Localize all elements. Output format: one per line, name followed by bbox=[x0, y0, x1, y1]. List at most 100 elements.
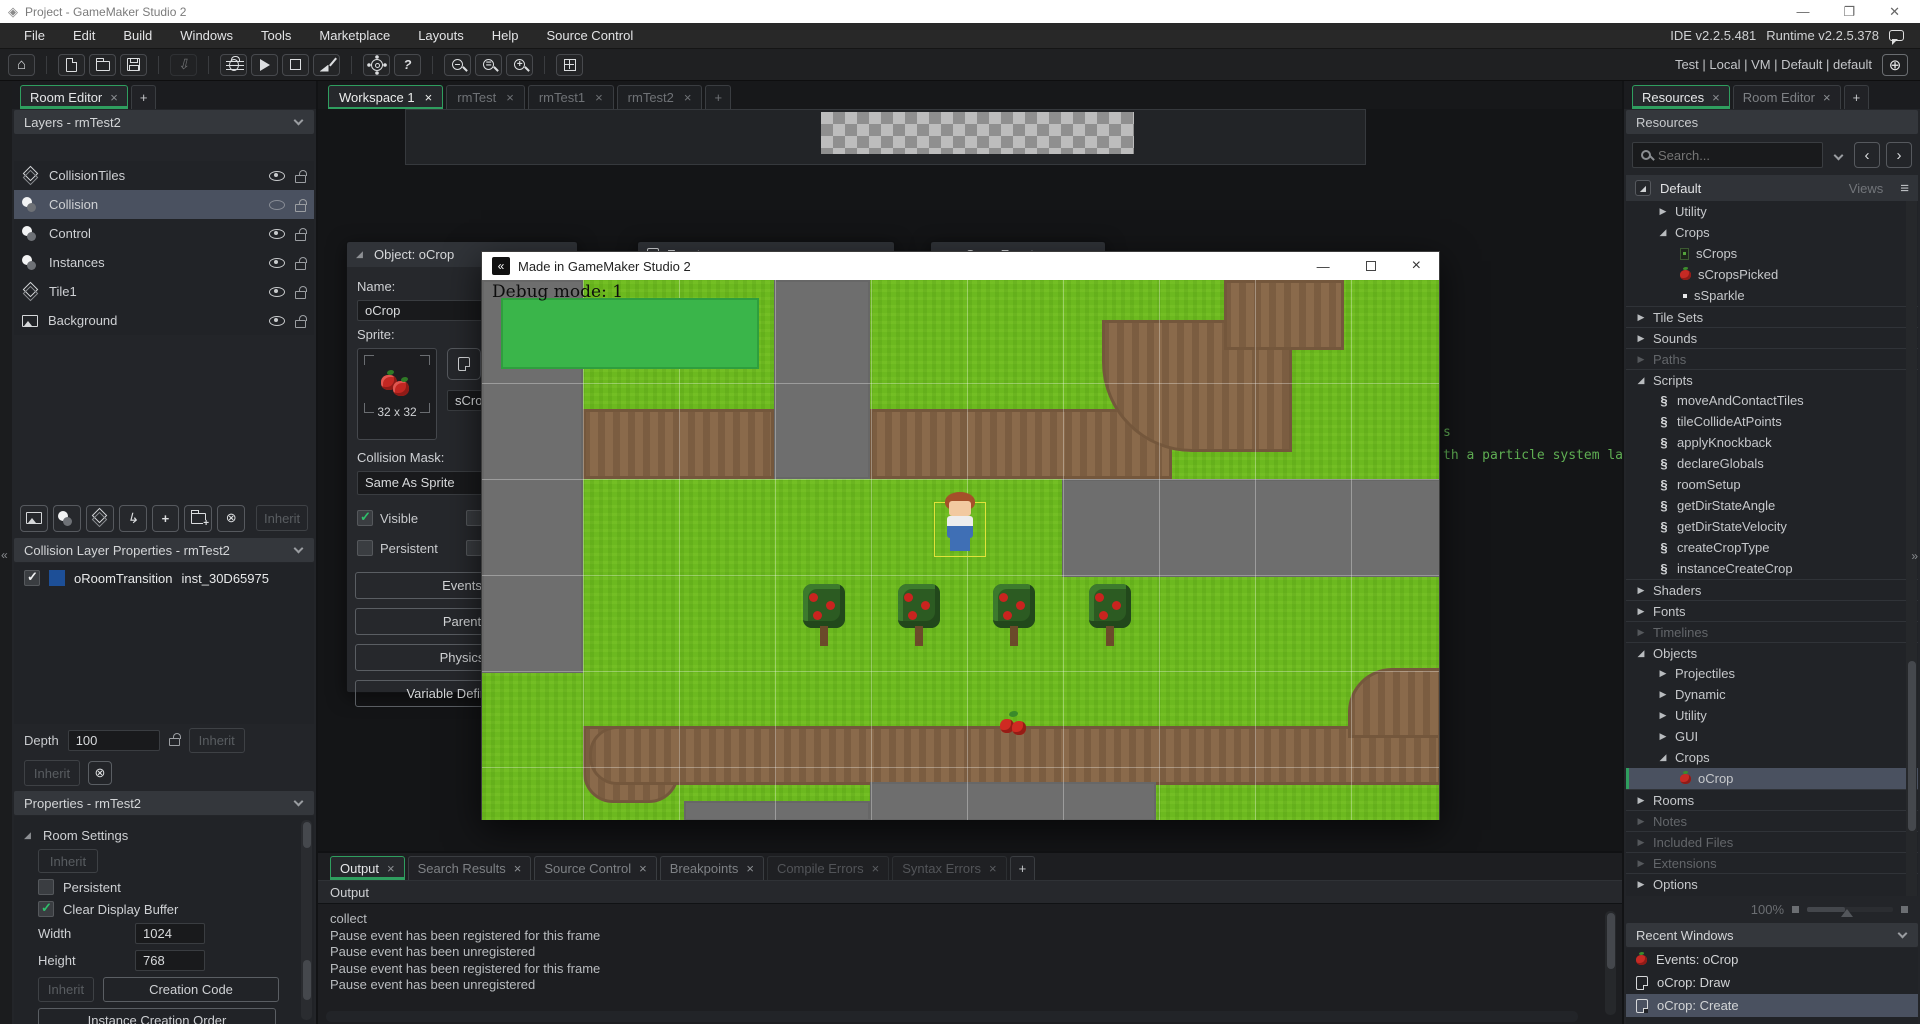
close-icon[interactable]: × bbox=[110, 90, 118, 105]
tree-item-createcroptype[interactable]: §createCropType bbox=[1626, 537, 1918, 558]
collapsed-arrow-icon[interactable]: ▶ bbox=[1658, 206, 1668, 217]
close-icon[interactable]: × bbox=[1823, 90, 1831, 105]
target-manager-icon[interactable]: ⊕ bbox=[1882, 54, 1908, 76]
close-icon[interactable]: × bbox=[425, 90, 433, 105]
tree-item-included-files[interactable]: ▶Included Files bbox=[1626, 831, 1918, 852]
visibility-eye-icon[interactable] bbox=[269, 316, 285, 326]
menu-build[interactable]: Build bbox=[109, 23, 166, 48]
tree-item-declareglobals[interactable]: §declareGlobals bbox=[1626, 453, 1918, 474]
close-icon[interactable]: × bbox=[684, 90, 692, 105]
collapsed-arrow-icon[interactable]: ▶ bbox=[1636, 585, 1646, 596]
layer-row-tile1[interactable]: Tile1 bbox=[14, 277, 314, 306]
tab-workspace-1[interactable]: Workspace 1× bbox=[328, 85, 443, 109]
visibility-eye-icon[interactable] bbox=[269, 258, 285, 268]
properties-scrollbar[interactable] bbox=[301, 820, 312, 1020]
tab-search-results[interactable]: Search Results× bbox=[408, 856, 532, 880]
collapsed-arrow-icon[interactable]: ▶ bbox=[1636, 858, 1646, 869]
visibility-eye-icon[interactable] bbox=[269, 171, 285, 181]
import-button[interactable]: ⇩ bbox=[170, 54, 197, 76]
clear-display-buffer-checkbox[interactable] bbox=[38, 901, 54, 917]
search-input[interactable] bbox=[1658, 148, 1814, 163]
new-tab-button[interactable]: + bbox=[1844, 85, 1870, 109]
tree-item-ocrop[interactable]: oCrop bbox=[1626, 768, 1918, 789]
menu-source-control[interactable]: Source Control bbox=[533, 23, 648, 48]
expanded-arrow-icon[interactable]: ◢ bbox=[356, 249, 366, 260]
close-icon[interactable]: × bbox=[746, 861, 754, 876]
zoom-reset-button[interactable]: = bbox=[475, 54, 502, 76]
menu-edit[interactable]: Edit bbox=[59, 23, 109, 48]
sprite-preview[interactable]: 32 x 32 bbox=[357, 348, 437, 440]
delete-layer-button[interactable]: ⊗ bbox=[217, 505, 245, 532]
layer-row-instances[interactable]: Instances bbox=[14, 248, 314, 277]
add-background-layer-button[interactable] bbox=[20, 505, 48, 532]
tree-item-notes[interactable]: ▶Notes bbox=[1626, 810, 1918, 831]
collapsed-arrow-icon[interactable]: ▶ bbox=[1636, 312, 1646, 323]
lock-icon[interactable] bbox=[295, 204, 306, 212]
expanded-arrow-icon[interactable]: ◢ bbox=[1636, 648, 1646, 659]
add-path-layer-button[interactable]: ↳ bbox=[119, 505, 147, 532]
new-workspace-tab-button[interactable]: + bbox=[705, 85, 731, 109]
tree-item-projectiles[interactable]: ▶Projectiles bbox=[1626, 663, 1918, 684]
output-vertical-scrollbar[interactable] bbox=[1605, 911, 1616, 1015]
game-options-button[interactable] bbox=[363, 54, 390, 76]
game-maximize-button[interactable] bbox=[1366, 261, 1376, 271]
maximize-button[interactable]: ❐ bbox=[1843, 4, 1855, 20]
tree-item-utility[interactable]: ▶Utility bbox=[1626, 201, 1918, 222]
visibility-eye-icon[interactable] bbox=[269, 287, 285, 297]
default-group-row[interactable]: ◢ Default Views ≡ bbox=[1626, 175, 1918, 201]
collapse-left-icon[interactable]: « bbox=[1, 548, 8, 562]
layer-row-collisiontiles[interactable]: CollisionTiles bbox=[14, 161, 314, 190]
lock-icon[interactable] bbox=[295, 175, 306, 183]
tree-item-scrops[interactable]: sCrops bbox=[1626, 243, 1918, 264]
game-minimize-button[interactable]: — bbox=[1317, 259, 1330, 274]
help-button[interactable]: ? bbox=[394, 54, 421, 76]
tab-rmtest[interactable]: rmTest× bbox=[446, 85, 525, 109]
add-instance-layer-button[interactable] bbox=[53, 505, 81, 532]
views-menu-icon[interactable]: ≡ bbox=[1900, 180, 1909, 197]
instance-creation-order-button[interactable]: Instance Creation Order bbox=[38, 1008, 276, 1024]
tab-rmtest2[interactable]: rmTest2× bbox=[617, 85, 703, 109]
tree-item-scropspicked[interactable]: sCropsPicked bbox=[1626, 264, 1918, 285]
menu-file[interactable]: File bbox=[10, 23, 59, 48]
recent-ocrop-create[interactable]: oCrop: Create bbox=[1626, 994, 1918, 1017]
depth-inherit-button[interactable]: Inherit bbox=[189, 728, 245, 753]
instance-checkbox[interactable] bbox=[24, 570, 40, 586]
tree-item-instancecreatecrop[interactable]: §instanceCreateCrop bbox=[1626, 558, 1918, 579]
target-config[interactable]: Test | Local | VM | Default | default bbox=[1675, 57, 1872, 72]
layer-inherit-button[interactable]: Inherit bbox=[24, 760, 80, 786]
collapsed-arrow-icon[interactable]: ▶ bbox=[1636, 354, 1646, 365]
height-input[interactable] bbox=[135, 950, 205, 971]
tree-item-scripts[interactable]: ◢Scripts bbox=[1626, 369, 1918, 390]
menu-tools[interactable]: Tools bbox=[247, 23, 305, 48]
search-filter-chevron-icon[interactable] bbox=[1834, 150, 1844, 160]
output-horizontal-scrollbar[interactable] bbox=[326, 1011, 1578, 1022]
tree-item-roomsetup[interactable]: §roomSetup bbox=[1626, 474, 1918, 495]
properties-header[interactable]: Properties - rmTest2 bbox=[14, 791, 314, 815]
tree-item-sounds[interactable]: ▶Sounds bbox=[1626, 327, 1918, 348]
tree-item-options[interactable]: ▶Options bbox=[1626, 873, 1918, 894]
zoom-min-icon[interactable] bbox=[1792, 906, 1799, 913]
lock-icon[interactable] bbox=[295, 233, 306, 241]
persistent-checkbox[interactable] bbox=[38, 879, 54, 895]
nav-back-button[interactable]: ‹ bbox=[1854, 142, 1880, 168]
tree-item-paths[interactable]: ▶Paths bbox=[1626, 348, 1918, 369]
clear-inherit-icon[interactable]: ⊗ bbox=[88, 761, 112, 785]
tree-item-objects[interactable]: ◢Objects bbox=[1626, 642, 1918, 663]
tree-item-rooms[interactable]: ▶Rooms bbox=[1626, 789, 1918, 810]
tree-item-getdirstateangle[interactable]: §getDirStateAngle bbox=[1626, 495, 1918, 516]
chat-icon[interactable] bbox=[1889, 30, 1904, 41]
visibility-eye-icon[interactable] bbox=[269, 200, 285, 210]
close-icon[interactable]: × bbox=[514, 861, 522, 876]
depth-input[interactable] bbox=[68, 730, 160, 751]
layers-inherit-button[interactable]: Inherit bbox=[256, 505, 308, 531]
new-project-button[interactable] bbox=[58, 54, 85, 76]
close-icon[interactable]: × bbox=[387, 861, 395, 876]
resources-header[interactable]: Resources bbox=[1626, 110, 1918, 134]
collapse-all-icon[interactable]: ◢ bbox=[1635, 180, 1651, 196]
lock-icon[interactable] bbox=[169, 738, 180, 746]
new-output-tab-button[interactable]: + bbox=[1010, 856, 1036, 880]
checkbox-persistent[interactable]: Persistent bbox=[357, 540, 458, 556]
instance-row[interactable]: oRoomTransition inst_30D65975 bbox=[14, 563, 314, 593]
zoom-in-button[interactable]: + bbox=[506, 54, 533, 76]
lock-icon[interactable] bbox=[295, 262, 306, 270]
